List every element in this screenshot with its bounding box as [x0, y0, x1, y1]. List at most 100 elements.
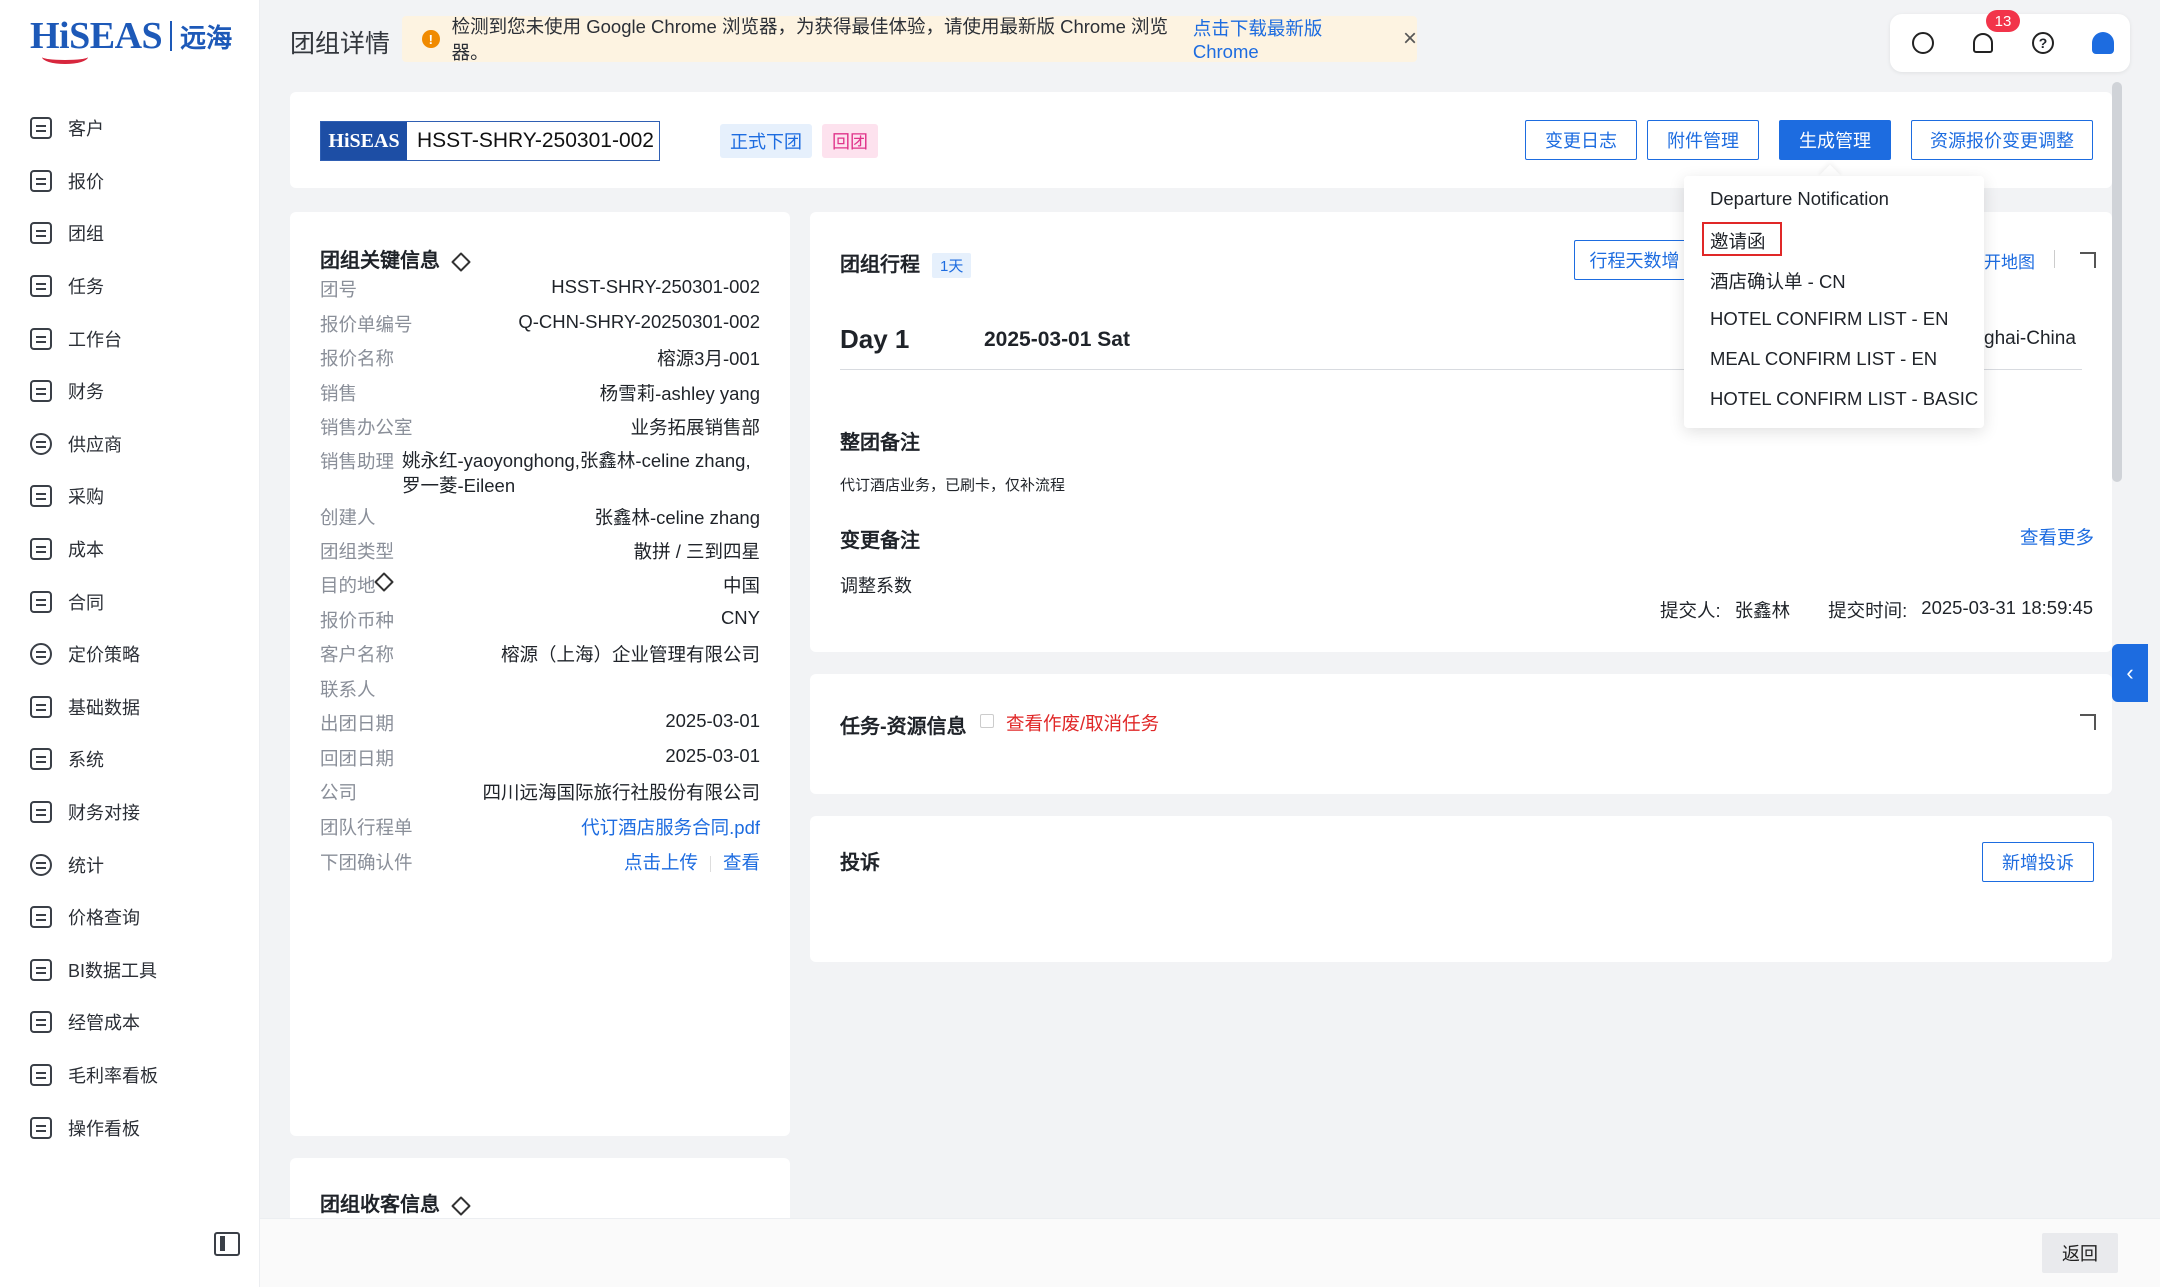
sidebar-item[interactable]: 财务 [0, 365, 260, 418]
bell-icon [1973, 33, 1993, 53]
sidebar-item[interactable]: 成本 [0, 523, 260, 576]
sidebar-item[interactable]: 统计 [0, 838, 260, 891]
info-label: 公司 [320, 782, 358, 803]
info-row: 下团确认件 点击上传 查看 [320, 849, 760, 875]
sidebar-item[interactable]: 操作看板 [0, 1101, 260, 1154]
info-value: HSST-SHRY-250301-002 [551, 276, 760, 297]
resource-adjust-button[interactable]: 资源报价变更调整 [1911, 120, 2093, 160]
dropdown-item[interactable]: HOTEL CONFIRM LIST - BASIC [1710, 388, 1978, 410]
task-resource-title: 任务-资源信息 [840, 716, 967, 738]
upload-link[interactable]: 点击上传 [624, 852, 698, 873]
add-days-button[interactable]: 行程天数增 [1574, 240, 1694, 280]
itinerary-file-link[interactable]: 代订酒店服务合同.pdf [581, 814, 760, 840]
sidebar-item-label: 操作看板 [68, 1118, 140, 1139]
submit-time: 2025-03-31 18:59:45 [1921, 597, 2094, 618]
info-value: 2025-03-01 [665, 745, 760, 766]
sidebar-item[interactable]: 系统 [0, 733, 260, 786]
sidebar-item[interactable]: 采购 [0, 470, 260, 523]
generate-dropdown: Departure Notification 邀请函 酒店确认单 - CN HOTEL… [1684, 176, 1984, 428]
highlight-box [1702, 222, 1782, 256]
database-icon [30, 695, 52, 718]
sidebar-item[interactable]: 基础数据 [0, 681, 260, 734]
info-row: 团组类型 散拼 / 三到四星 [320, 538, 760, 564]
user-icon [2092, 32, 2114, 54]
dropdown-item[interactable]: HOTEL CONFIRM LIST - EN [1710, 308, 1948, 330]
sidebar-item[interactable]: 经管成本 [0, 996, 260, 1049]
view-link[interactable]: 查看 [723, 852, 760, 873]
stats-icon [30, 853, 52, 876]
add-complaint-button[interactable]: 新增投诉 [1982, 842, 2094, 882]
notification-button[interactable] [1968, 28, 1998, 58]
help-button[interactable]: ? [2028, 28, 2058, 58]
sidebar-nav: 客户报价团组 任务 工作台 财务供应商采购 成本 合同 定价策略 基础数据 系统 财务对接 统计 价格… [0, 102, 260, 1154]
expand-icon[interactable] [2080, 714, 2096, 730]
key-info-title: 团组关键信息 [320, 244, 471, 273]
open-map-link[interactable]: 开地图 [1984, 248, 2035, 273]
edit-icon[interactable] [451, 251, 471, 272]
expand-icon[interactable] [2080, 252, 2096, 268]
sidebar-item-label: 客户 [68, 119, 104, 140]
info-row: 报价单编号 Q-CHN-SHRY-20250301-002 [320, 311, 760, 337]
divider [709, 856, 711, 873]
sidebar-item[interactable]: 价格查询 [0, 891, 260, 944]
info-value: Q-CHN-SHRY-20250301-002 [518, 311, 760, 332]
info-value: 榕源（上海）企业管理有限公司 [500, 644, 760, 665]
dropdown-item[interactable]: Departure Notification [1710, 188, 1889, 210]
info-label: 团队行程单 [320, 817, 413, 838]
quote-icon [30, 169, 52, 192]
logo-text-cn: 远海 [180, 22, 233, 53]
sidebar-item[interactable]: 供应商 [0, 418, 260, 471]
task-icon [30, 275, 52, 298]
sidebar-item[interactable]: 财务对接 [0, 786, 260, 839]
side-panel-toggle[interactable]: ‹ [2112, 644, 2148, 702]
group-number: HSST-SHRY-250301-002 [417, 129, 654, 152]
sidebar-item[interactable]: 任务 [0, 260, 260, 313]
info-value: 中国 [722, 575, 760, 596]
scrollbar[interactable] [2112, 82, 2122, 482]
dropdown-item[interactable]: MEAL CONFIRM LIST - EN [1710, 348, 1937, 370]
sidebar: HiSEAS 远海 客户报价团组 任务 工作台 财务供应商采购 成本 合同 定价策略 基础数据… [0, 0, 260, 1287]
see-more-link[interactable]: 查看更多 [2020, 524, 2094, 550]
key-info-title-text: 团组关键信息 [320, 250, 440, 272]
key-info-card: 团组关键信息 团号 HSST-SHRY-250301-002 报价单编号 Q-CHN-… [290, 212, 790, 1136]
sidebar-item[interactable]: 毛利率看板 [0, 1049, 260, 1102]
sidebar-item[interactable]: 定价策略 [0, 628, 260, 681]
sidebar-item-label: 供应商 [68, 434, 122, 455]
complaint-card: 投诉 新增投诉 [810, 816, 2112, 962]
edit-icon[interactable] [451, 1195, 471, 1216]
sidebar-item[interactable]: 报价 [0, 155, 260, 208]
search-button[interactable] [1908, 28, 1938, 58]
void-task-checkbox[interactable] [980, 714, 994, 728]
attachments-button[interactable]: 附件管理 [1647, 120, 1759, 160]
back-button[interactable]: 返回 [2042, 1233, 2118, 1273]
info-row: 报价币种 CNY [320, 607, 760, 633]
sidebar-item[interactable]: BI数据工具 [0, 944, 260, 997]
info-value: 散拼 / 三到四星 [633, 541, 760, 562]
info-label: 创建人 [320, 507, 376, 528]
generate-button[interactable]: 生成管理 [1779, 120, 1891, 160]
group-id-logo: HiSEAS [321, 122, 407, 160]
sidebar-item[interactable]: 客户 [0, 102, 260, 155]
sidebar-item-label: 报价 [68, 171, 104, 192]
sidebar-item[interactable]: 工作台 [0, 312, 260, 365]
download-chrome-link[interactable]: 点击下载最新版 Chrome [1193, 15, 1389, 63]
info-label: 销售办公室 [320, 417, 413, 438]
margin-board-icon [30, 1063, 52, 1086]
edit-icon[interactable] [374, 572, 395, 592]
dropdown-item[interactable]: 酒店确认单 - CN [1710, 268, 1846, 294]
hiseas-logo[interactable]: HiSEAS 远海 [30, 14, 233, 64]
itinerary-title: 团组行程 1天 [840, 248, 972, 279]
info-label: 报价名称 [320, 348, 395, 369]
sidebar-item[interactable]: 合同 [0, 575, 260, 628]
void-task-link[interactable]: 查看作废/取消任务 [1006, 710, 1159, 736]
info-row: 销售办公室 业务拓展销售部 [320, 414, 760, 440]
info-value: 榕源3月-001 [657, 348, 760, 369]
user-avatar-button[interactable] [2088, 28, 2118, 58]
change-log-button[interactable]: 变更日志 [1525, 120, 1637, 160]
sidebar-collapse-icon[interactable] [214, 1232, 240, 1256]
info-label: 团组类型 [320, 541, 395, 562]
complaint-title: 投诉 [840, 852, 880, 874]
sidebar-item[interactable]: 团组 [0, 207, 260, 260]
info-label: 团号 [320, 279, 358, 300]
banner-close-icon[interactable]: × [1403, 27, 1417, 51]
